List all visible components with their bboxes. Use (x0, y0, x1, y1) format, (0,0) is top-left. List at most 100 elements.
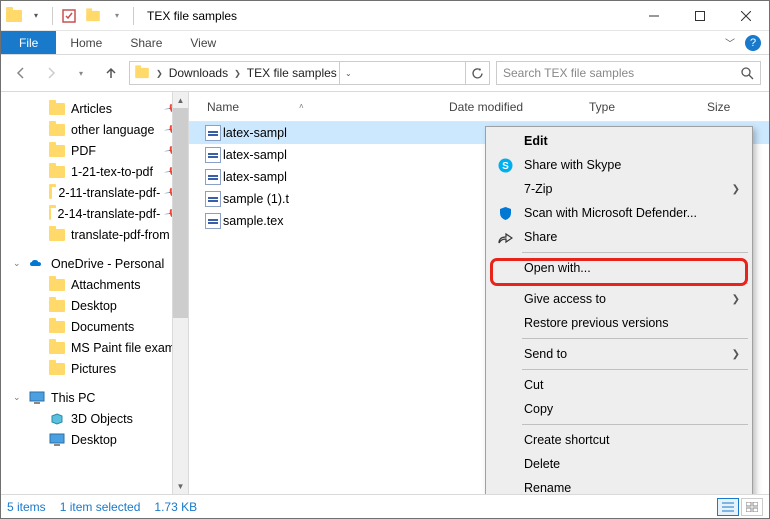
ctx-copy[interactable]: Copy (488, 397, 750, 421)
chevron-right-icon[interactable]: ❯ (230, 69, 245, 78)
nav-up-button[interactable] (99, 61, 123, 85)
qat-dropdown-icon[interactable]: ▾ (25, 5, 47, 27)
column-name[interactable]: Name˄ (189, 100, 449, 114)
qat-customize-icon[interactable]: ▾ (106, 5, 128, 27)
submenu-arrow-icon: ❯ (732, 184, 740, 195)
tex-file-icon (205, 191, 221, 207)
maximize-button[interactable] (677, 1, 723, 31)
ctx-edit[interactable]: Edit (488, 129, 750, 153)
share-icon (496, 228, 514, 246)
help-icon[interactable]: ? (745, 35, 761, 51)
sidebar-item[interactable]: 2-11-translate-pdf-📌 (1, 182, 188, 203)
navpane-scrollbar[interactable]: ▲ ▼ (172, 92, 188, 494)
nav-label: PDF (71, 144, 96, 158)
status-selection: 1 item selected (60, 500, 155, 514)
scroll-down-icon[interactable]: ▼ (173, 478, 188, 494)
refresh-button[interactable] (465, 62, 489, 84)
column-size[interactable]: Size (707, 100, 769, 114)
tex-file-icon (205, 147, 221, 163)
column-date-modified[interactable]: Date modified (449, 100, 589, 114)
tex-file-icon (205, 125, 221, 141)
ctx-share[interactable]: Share (488, 225, 750, 249)
ctx-restore-versions[interactable]: Restore previous versions (488, 311, 750, 335)
ctx-open-with[interactable]: Open with... (488, 256, 750, 280)
nav-recent-button[interactable]: ▾ (69, 61, 93, 85)
file-name: sample.tex (223, 214, 461, 228)
scroll-thumb[interactable] (173, 108, 188, 318)
sidebar-item[interactable]: other language📌 (1, 119, 188, 140)
sidebar-item[interactable]: Desktop (1, 295, 188, 316)
scroll-up-icon[interactable]: ▲ (173, 92, 188, 108)
folder-icon (49, 124, 65, 136)
folder-icon (49, 342, 65, 354)
nav-label: Pictures (71, 362, 116, 376)
ctx-send-to[interactable]: Send to❯ (488, 342, 750, 366)
nav-this-pc[interactable]: ⌄ This PC (1, 387, 188, 408)
folder-icon (49, 363, 65, 375)
nav-label: Desktop (71, 433, 117, 447)
expand-ribbon-icon[interactable]: ﹀ (725, 35, 735, 50)
search-icon[interactable] (734, 66, 760, 80)
sidebar-item[interactable]: MS Paint file examp (1, 337, 188, 358)
3d-objects-icon (49, 412, 65, 426)
ctx-defender[interactable]: Scan with Microsoft Defender... (488, 201, 750, 225)
ctx-7zip[interactable]: 7-Zip❯ (488, 177, 750, 201)
view-large-icons-button[interactable] (741, 498, 763, 516)
sidebar-item[interactable]: 3D Objects (1, 408, 188, 429)
sidebar-item[interactable]: PDF📌 (1, 140, 188, 161)
sidebar-item[interactable]: 2-14-translate-pdf-📌 (1, 203, 188, 224)
breadcrumb-downloads[interactable]: Downloads (167, 66, 230, 80)
file-name: latex-sampl (223, 126, 461, 140)
tex-file-icon (205, 213, 221, 229)
minimize-button[interactable] (631, 1, 677, 31)
nav-onedrive[interactable]: ⌄ OneDrive - Personal (1, 253, 188, 274)
sidebar-item[interactable]: Documents (1, 316, 188, 337)
address-history-icon[interactable]: ⌄ (339, 62, 357, 84)
column-type[interactable]: Type (589, 100, 707, 114)
expand-icon[interactable]: ⌄ (13, 258, 21, 269)
sidebar-item[interactable]: Desktop (1, 429, 188, 450)
close-button[interactable] (723, 1, 769, 31)
defender-icon (496, 204, 514, 222)
ctx-give-access[interactable]: Give access to❯ (488, 287, 750, 311)
ctx-cut[interactable]: Cut (488, 373, 750, 397)
tab-home[interactable]: Home (56, 31, 116, 54)
sidebar-item[interactable]: 1-21-tex-to-pdf📌 (1, 161, 188, 182)
nav-label: OneDrive - Personal (51, 257, 164, 271)
breadcrumb-current[interactable]: TEX file samples (245, 66, 339, 80)
tab-share[interactable]: Share (116, 31, 176, 54)
nav-label: MS Paint file examp (71, 341, 182, 355)
ctx-create-shortcut[interactable]: Create shortcut (488, 428, 750, 452)
folder-icon (49, 187, 52, 199)
qat-new-folder-icon[interactable] (82, 5, 104, 27)
chevron-right-icon[interactable]: ❯ (152, 69, 167, 78)
sidebar-item[interactable]: Attachments (1, 274, 188, 295)
sidebar-item[interactable]: Pictures (1, 358, 188, 379)
address-bar[interactable]: ❯ Downloads ❯ TEX file samples ⌄ (129, 61, 490, 85)
nav-label: translate-pdf-from (71, 228, 170, 242)
ctx-rename[interactable]: Rename (488, 476, 750, 494)
nav-label: Articles (71, 102, 112, 116)
expand-icon[interactable]: ⌄ (13, 392, 21, 403)
tab-view[interactable]: View (176, 31, 230, 54)
nav-forward-button[interactable] (39, 61, 63, 85)
qat-properties-icon[interactable] (58, 5, 80, 27)
titlebar: ▾ ▾ TEX file samples (1, 1, 769, 31)
nav-label: This PC (51, 391, 95, 405)
ctx-share-skype[interactable]: SShare with Skype (488, 153, 750, 177)
nav-back-button[interactable] (9, 61, 33, 85)
submenu-arrow-icon: ❯ (732, 349, 740, 360)
desktop-icon (49, 433, 65, 446)
folder-icon (49, 300, 65, 312)
ribbon: File Home Share View ﹀ ? (1, 31, 769, 55)
search-box[interactable] (496, 61, 761, 85)
search-input[interactable] (497, 66, 734, 80)
folder-icon (49, 229, 65, 241)
file-tab[interactable]: File (1, 31, 56, 54)
ctx-delete[interactable]: Delete (488, 452, 750, 476)
view-details-button[interactable] (717, 498, 739, 516)
sidebar-item[interactable]: translate-pdf-from (1, 224, 188, 245)
sidebar-item[interactable]: Articles📌 (1, 98, 188, 119)
file-name: latex-sampl (223, 148, 461, 162)
nav-label: 2-14-translate-pdf- (57, 207, 160, 221)
